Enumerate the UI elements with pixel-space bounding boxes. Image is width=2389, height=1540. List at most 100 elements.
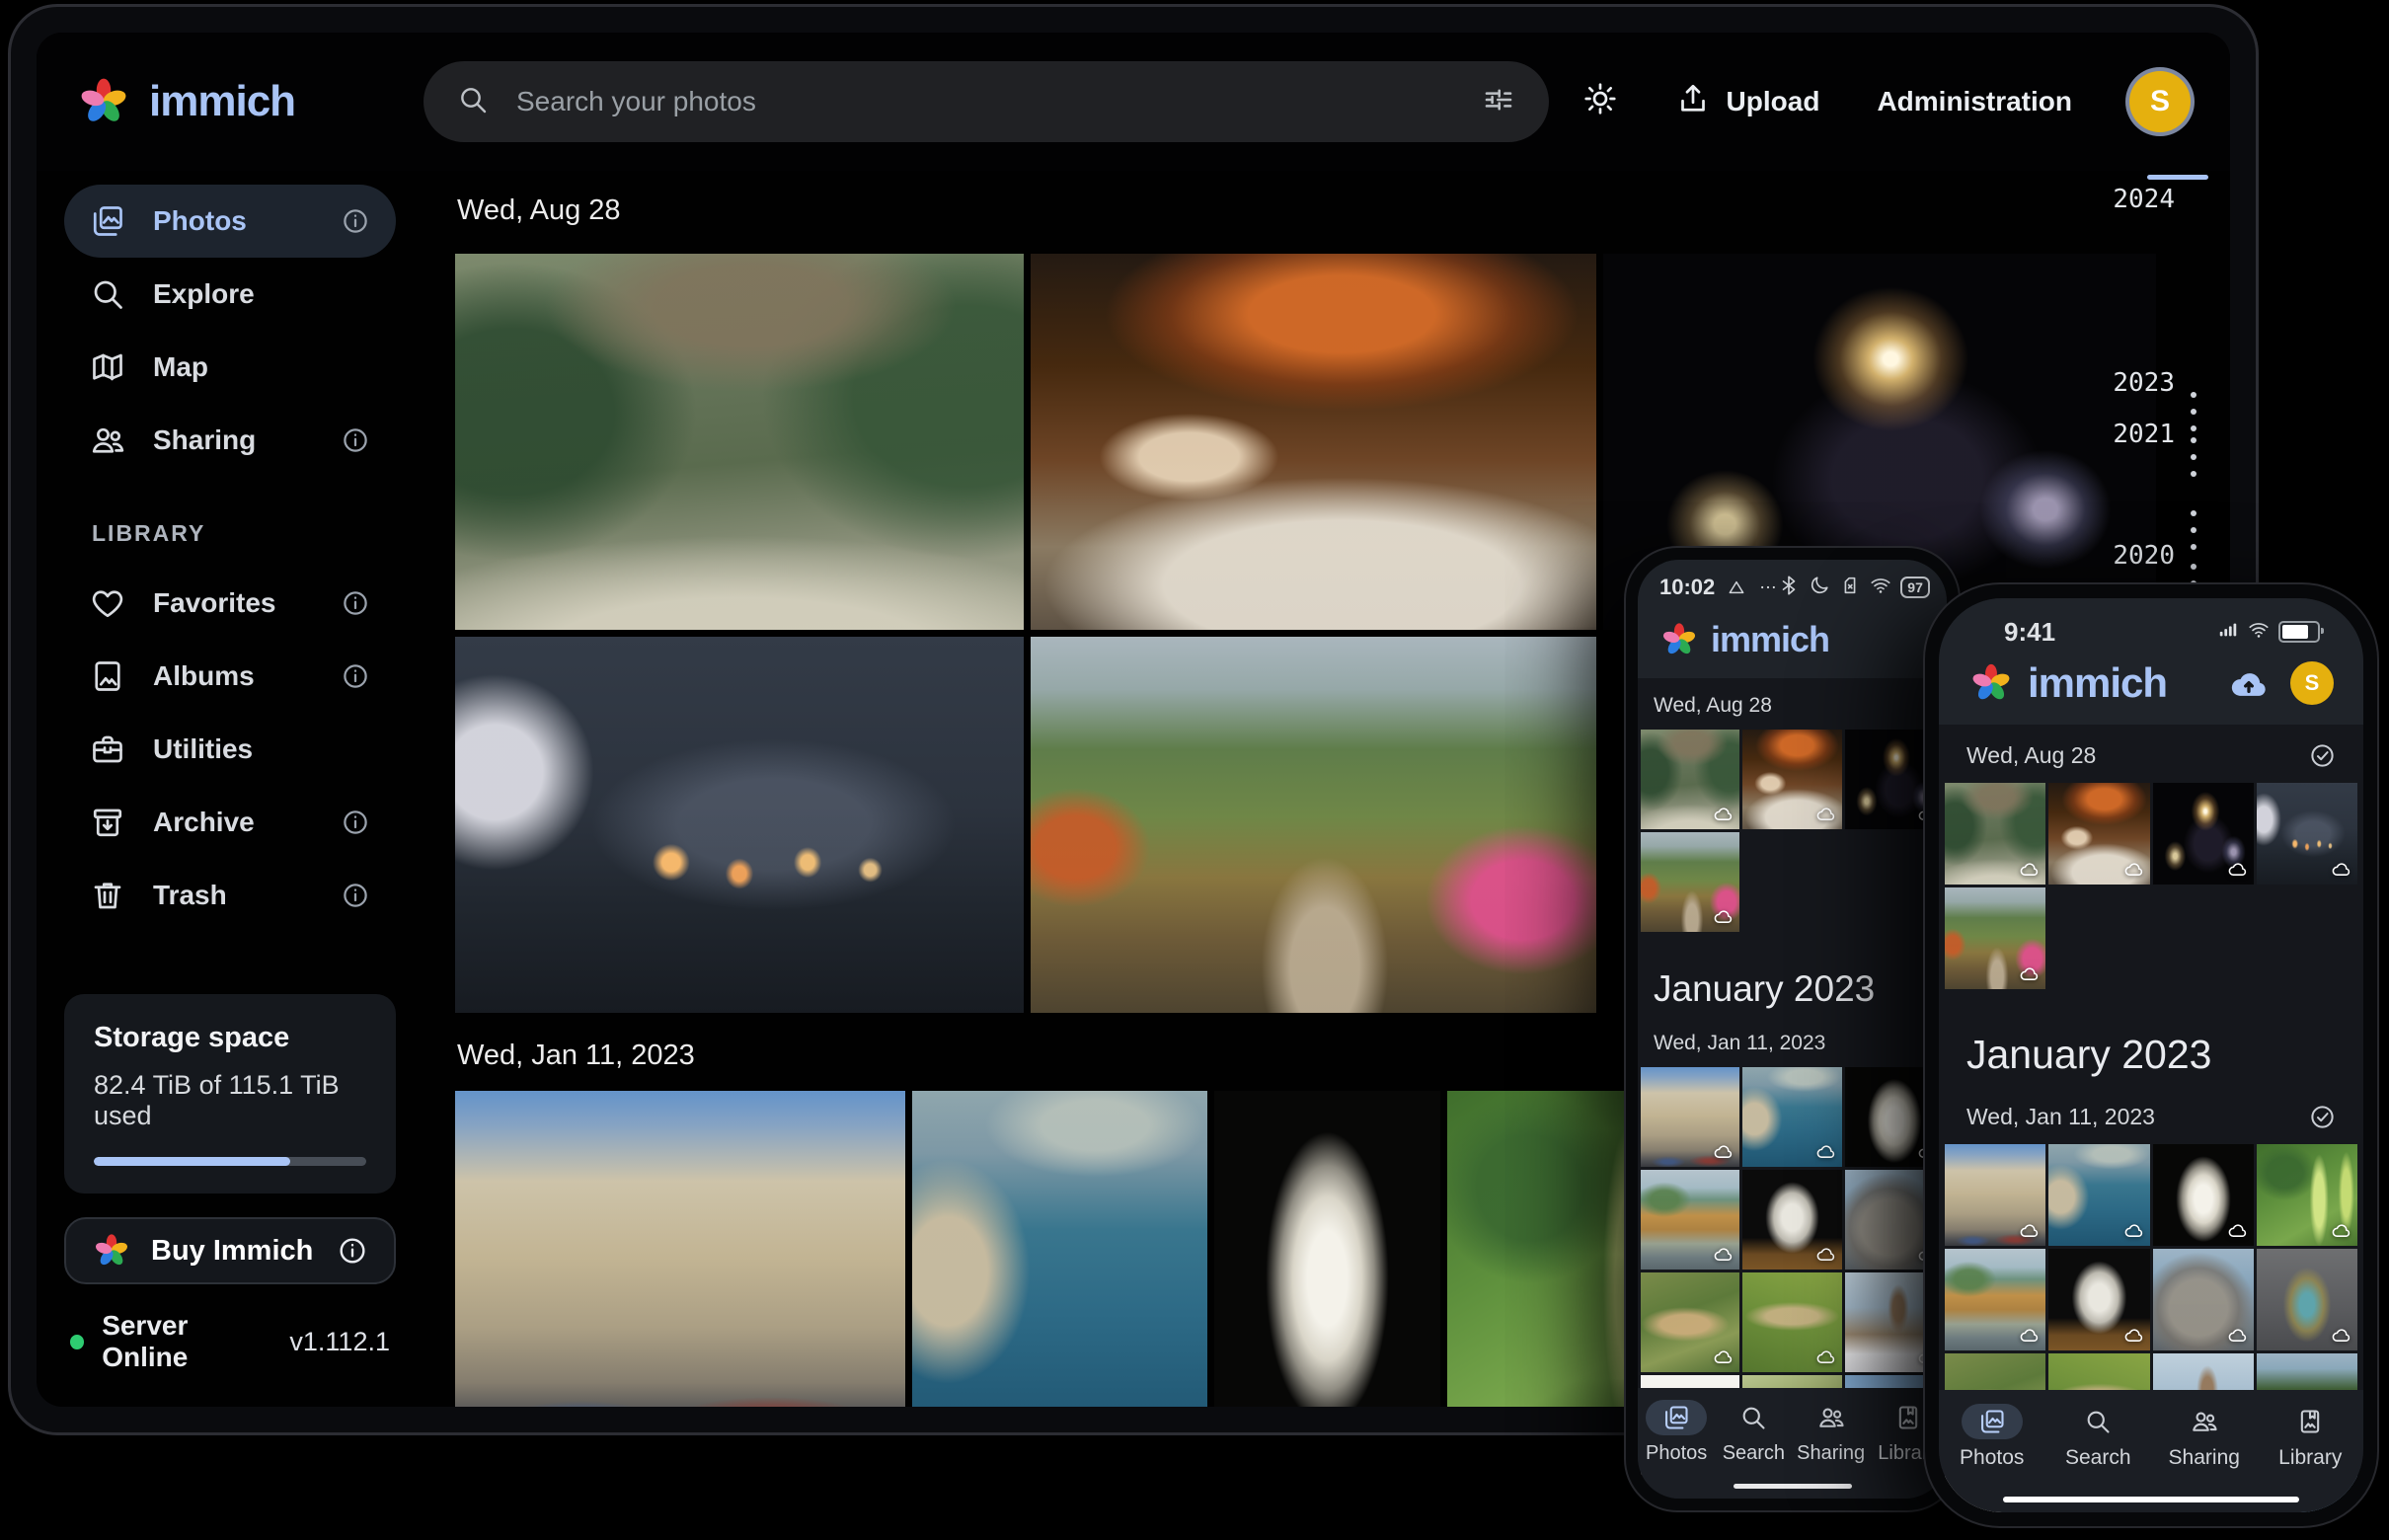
sidebar-item-label: Map	[153, 351, 208, 383]
cloud-synced-icon	[1713, 906, 1734, 927]
storage-usage-text: 82.4 TiB of 115.1 TiB used	[94, 1070, 366, 1131]
timeline-year-2024[interactable]: 2024	[2113, 185, 2175, 214]
photo-tile-zoo[interactable]	[1945, 783, 2045, 885]
cloud-synced-icon	[2227, 1220, 2248, 1241]
iphone-mockup: 9:41 immich S Wed, Aug	[1923, 582, 2379, 1528]
theme-toggle-button[interactable]	[1582, 81, 1618, 123]
server-status-row: Server Online v1.112.1	[64, 1310, 396, 1373]
select-all-icon[interactable]	[2309, 742, 2336, 769]
photo-coast[interactable]	[912, 1091, 1207, 1407]
sidebar-item-photos[interactable]: Photos	[64, 185, 396, 258]
photo-tile-bust[interactable]	[2153, 1144, 2254, 1246]
search-bar[interactable]	[424, 61, 1549, 142]
timeline-year-2021[interactable]: 2021	[2113, 420, 2175, 449]
photo-tile-fortress[interactable]	[1945, 1144, 2045, 1246]
data-saver-icon	[1727, 578, 1746, 597]
photo-tile-path[interactable]	[1641, 832, 1739, 932]
select-all-icon[interactable]	[2309, 1104, 2336, 1130]
tab-label: Sharing	[1797, 1442, 1865, 1465]
timeline-dot	[2191, 527, 2196, 533]
timeline-year-2023[interactable]: 2023	[2113, 368, 2175, 398]
info-icon[interactable]	[341, 881, 370, 910]
info-icon[interactable]	[337, 1235, 368, 1267]
scrubber-handle[interactable]	[2147, 175, 2208, 180]
info-icon[interactable]	[341, 206, 370, 236]
month-header: January 2023	[1638, 935, 1947, 1016]
photo-tile-lizard1[interactable]	[1641, 1272, 1739, 1372]
user-avatar[interactable]: S	[2290, 661, 2334, 705]
photo-tile-path[interactable]	[1945, 887, 2045, 989]
sidebar-item-archive[interactable]: Archive	[64, 786, 396, 859]
photo-tile-plant[interactable]	[2257, 1144, 2357, 1246]
photo-fortress[interactable]	[455, 1091, 905, 1407]
administration-link[interactable]: Administration	[1877, 86, 2072, 117]
photo-tile-ornament[interactable]	[2257, 1249, 2357, 1350]
photo-tile-coast[interactable]	[1742, 1067, 1841, 1167]
tab-sharing[interactable]: Sharing	[2151, 1404, 2258, 1470]
photo-tile-dinner[interactable]	[1742, 730, 1841, 829]
sidebar-item-map[interactable]: Map	[64, 331, 396, 404]
photo-path[interactable]	[1031, 637, 1596, 1013]
search-input[interactable]	[514, 85, 1456, 118]
backup-cloud-icon[interactable]	[2227, 661, 2271, 705]
cloud-synced-icon	[1713, 1141, 1734, 1162]
photo-grid-row	[1945, 783, 2357, 885]
photo-tile-fireworks[interactable]	[2153, 783, 2254, 885]
info-icon[interactable]	[341, 661, 370, 691]
photo-grid-row	[1945, 1249, 2357, 1350]
photo-tile-lizard2[interactable]	[1742, 1272, 1841, 1372]
filter-sliders-icon[interactable]	[1482, 83, 1515, 121]
status-icons	[2217, 619, 2320, 646]
timeline-year-2020[interactable]: 2020	[2113, 541, 2175, 571]
photo-tile-sculpt[interactable]	[2048, 1249, 2149, 1350]
sidebar-item-label: Archive	[153, 807, 255, 838]
mobile-bottom-nav: PhotosSearchSharingLibrary	[1638, 1388, 1947, 1499]
photo-hands[interactable]	[455, 637, 1024, 1013]
wifi-icon	[2248, 619, 2270, 646]
info-icon[interactable]	[341, 808, 370, 837]
brand-wordmark: immich	[149, 77, 295, 126]
upload-button[interactable]: Upload	[1675, 81, 1820, 123]
photo-tile-zoo[interactable]	[1641, 730, 1739, 829]
photo-bust[interactable]	[1214, 1091, 1440, 1407]
sidebar-item-favorites[interactable]: Favorites	[64, 567, 396, 640]
photo-tile-dinner[interactable]	[2048, 783, 2149, 885]
photo-tile-fortress[interactable]	[1641, 1067, 1739, 1167]
photo-tile-sculpt[interactable]	[1742, 1170, 1841, 1270]
photo-dinner[interactable]	[1031, 254, 1596, 630]
info-icon[interactable]	[341, 425, 370, 455]
photos-icon	[1646, 1400, 1707, 1435]
tab-photos[interactable]: Photos	[1638, 1400, 1715, 1465]
photo-grid-row	[1641, 832, 1944, 932]
sidebar-item-label: Utilities	[153, 733, 253, 765]
timeline-dot	[2191, 510, 2196, 516]
tab-search[interactable]: Search	[2045, 1404, 2152, 1470]
buy-immich-button[interactable]: Buy Immich	[64, 1217, 396, 1284]
user-avatar[interactable]: S	[2129, 71, 2191, 132]
sun-icon	[1582, 81, 1618, 123]
tab-photos[interactable]: Photos	[1939, 1404, 2045, 1470]
tab-search[interactable]: Search	[1715, 1400, 1792, 1465]
sidebar-item-label: Favorites	[153, 587, 276, 619]
photo-tile-ruins[interactable]	[2153, 1249, 2254, 1350]
sidebar-item-label: Sharing	[153, 424, 256, 456]
map-icon	[90, 349, 125, 385]
brand-wordmark: immich	[2028, 659, 2167, 707]
photo-tile-beach[interactable]	[1641, 1170, 1739, 1270]
info-icon[interactable]	[341, 588, 370, 618]
photo-tile-hands[interactable]	[2257, 783, 2357, 885]
sidebar-item-trash[interactable]: Trash	[64, 859, 396, 932]
tab-library[interactable]: Library	[2258, 1404, 2364, 1470]
sidebar-item-utilities[interactable]: Utilities	[64, 713, 396, 786]
people-icon	[2174, 1404, 2235, 1439]
immich-mobile-app: 10:02 97 immich Wed, Aug 28	[1638, 560, 1947, 1499]
sidebar-item-sharing[interactable]: Sharing	[64, 404, 396, 477]
sidebar-item-explore[interactable]: Explore	[64, 258, 396, 331]
cloud-synced-icon	[2123, 1220, 2144, 1241]
photo-zoo[interactable]	[455, 254, 1024, 630]
photo-tile-beach[interactable]	[1945, 1249, 2045, 1350]
photo-tile-coast[interactable]	[2048, 1144, 2149, 1246]
cloud-synced-icon	[2123, 859, 2144, 880]
tab-sharing[interactable]: Sharing	[1793, 1400, 1870, 1465]
sidebar-item-albums[interactable]: Albums	[64, 640, 396, 713]
